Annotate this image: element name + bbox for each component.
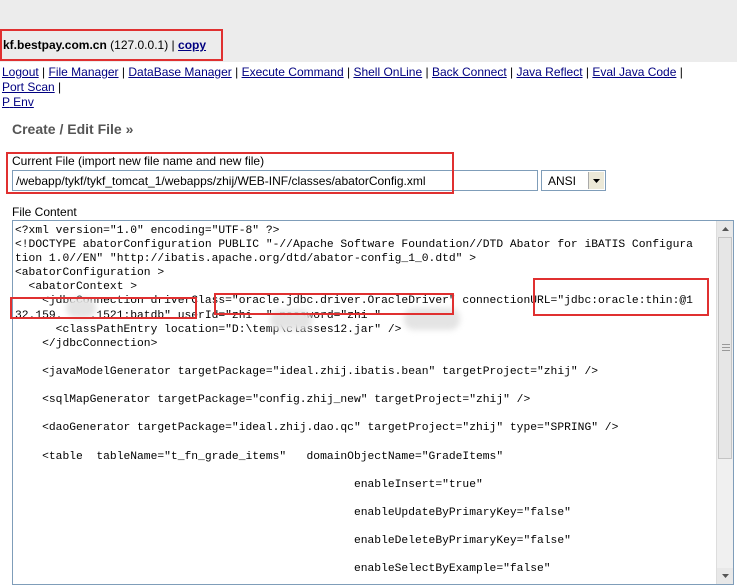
host-separator: | (171, 38, 175, 52)
vertical-scrollbar[interactable] (716, 221, 733, 584)
redaction-blur (404, 308, 460, 330)
header-bar (0, 0, 737, 62)
current-file-input[interactable] (12, 170, 538, 191)
host-line: kf.bestpay.com.cn (127.0.0.1) | copy (3, 38, 206, 52)
current-file-label: Current File (import new file name and n… (12, 154, 265, 168)
scroll-up-icon[interactable] (717, 221, 733, 237)
redaction-blur (270, 310, 312, 330)
copy-link[interactable]: copy (178, 38, 206, 52)
file-content-editor[interactable]: <?xml version="1.0" encoding="UTF-8" ?> … (12, 220, 734, 585)
nav-file-manager[interactable]: File Manager (49, 65, 119, 79)
scrollbar-thumb[interactable] (718, 237, 732, 459)
redaction-blur (66, 298, 96, 318)
encoding-value: ANSI (548, 174, 577, 188)
host-name: kf.bestpay.com.cn (3, 38, 107, 52)
host-ip: (127.0.0.1) (110, 38, 169, 52)
nav-shell-online[interactable]: Shell OnLine (353, 65, 422, 79)
nav-p-prefix: P (2, 95, 10, 109)
scroll-down-icon[interactable] (717, 568, 733, 584)
nav-execute-command[interactable]: Execute Command (242, 65, 344, 79)
nav-p-env[interactable]: P Env (2, 95, 34, 109)
nav-database-manager[interactable]: DataBase Manager (128, 65, 231, 79)
nav-eval-java-code[interactable]: Eval Java Code (592, 65, 676, 79)
nav-back-connect[interactable]: Back Connect (432, 65, 507, 79)
file-content-label: File Content (12, 205, 77, 219)
file-content-text[interactable]: <?xml version="1.0" encoding="UTF-8" ?> … (15, 224, 715, 576)
nav-java-reflect[interactable]: Java Reflect (517, 65, 583, 79)
page-title: Create / Edit File » (12, 121, 134, 137)
encoding-select[interactable]: ANSI (541, 170, 606, 191)
nav-logout[interactable]: Logout (2, 65, 39, 79)
nav-port-scan[interactable]: Port Scan (2, 80, 55, 94)
nav-env-label: Env (13, 95, 34, 109)
dropdown-arrow-icon[interactable] (588, 172, 604, 189)
nav-menu: Logout | File Manager | DataBase Manager… (2, 65, 683, 109)
